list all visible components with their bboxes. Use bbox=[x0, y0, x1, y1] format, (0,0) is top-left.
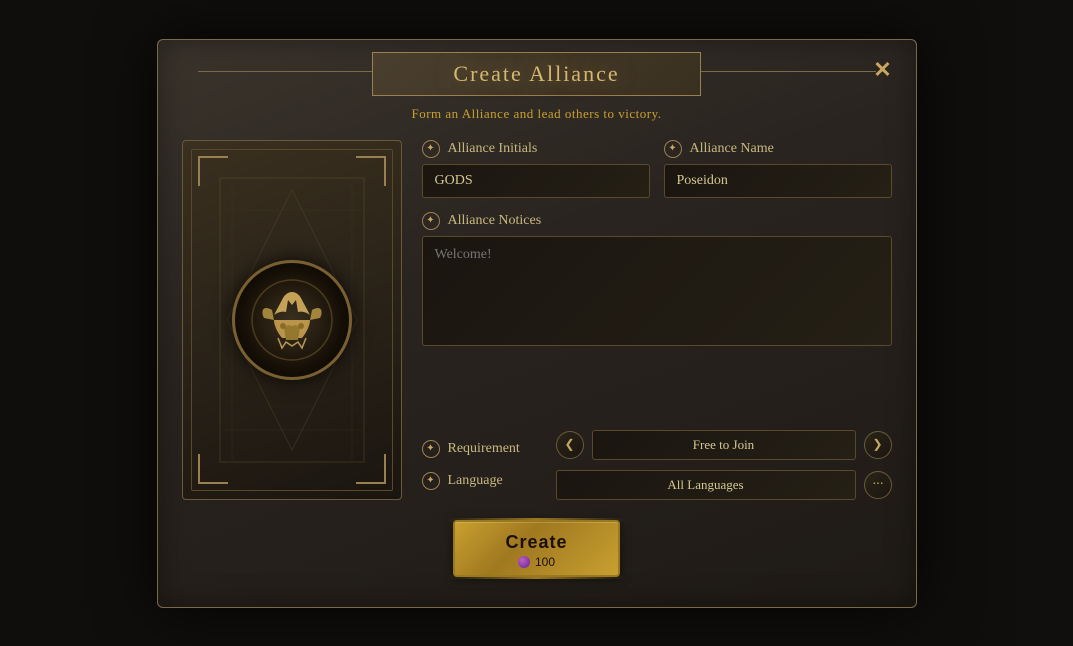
alliance-notices-label: ✦ Alliance Notices bbox=[422, 212, 892, 230]
language-options-button[interactable]: ··· bbox=[864, 471, 892, 499]
language-label-text: Language bbox=[448, 473, 503, 489]
form-row-names: ✦ Alliance Initials ✦ Alliance Name bbox=[422, 140, 892, 198]
language-value: All Languages bbox=[556, 470, 856, 500]
req-icon-symbol: ✦ bbox=[426, 443, 434, 454]
alliance-notices-label-text: Alliance Notices bbox=[448, 213, 542, 229]
alliance-initials-label-text: Alliance Initials bbox=[448, 141, 538, 157]
req-lang-labels: ✦ Requirement ✦ Language bbox=[422, 440, 542, 490]
form-panel: ✦ Alliance Initials ✦ Alliance Name bbox=[422, 140, 892, 500]
gem-icon bbox=[518, 556, 530, 568]
requirement-prev-button[interactable]: ❮ bbox=[556, 431, 584, 459]
initials-icon-symbol: ✦ bbox=[426, 143, 434, 154]
requirement-selector-row: ❮ Free to Join ❯ bbox=[556, 430, 892, 460]
alliance-emblem bbox=[232, 260, 352, 380]
alliance-notices-icon: ✦ bbox=[422, 212, 440, 230]
cost-value: 100 bbox=[535, 555, 555, 569]
form-group-notices: ✦ Alliance Notices bbox=[422, 212, 892, 416]
form-group-name: ✦ Alliance Name bbox=[664, 140, 892, 198]
create-button-label: Create bbox=[505, 532, 567, 553]
alliance-initials-label: ✦ Alliance Initials bbox=[422, 140, 650, 158]
requirement-icon: ✦ bbox=[422, 440, 440, 458]
arrow-left-icon: ❮ bbox=[564, 437, 574, 452]
modal-title-area: Create Alliance bbox=[158, 40, 916, 102]
name-icon-symbol: ✦ bbox=[668, 143, 676, 154]
alliance-notices-textarea[interactable] bbox=[422, 236, 892, 346]
create-button-wrapper: Create 100 bbox=[158, 520, 916, 577]
req-lang-selectors: ❮ Free to Join ❯ All Languages ··· bbox=[556, 430, 892, 500]
arrow-right-icon: ❯ bbox=[872, 437, 882, 452]
create-button[interactable]: Create 100 bbox=[453, 520, 619, 577]
requirement-label-text: Requirement bbox=[448, 441, 520, 457]
requirement-label: ✦ Requirement bbox=[422, 440, 542, 458]
alliance-initials-icon: ✦ bbox=[422, 140, 440, 158]
alliance-card-inner bbox=[202, 160, 382, 480]
lang-icon-symbol: ✦ bbox=[426, 475, 434, 486]
language-icon: ✦ bbox=[422, 472, 440, 490]
create-button-cost: 100 bbox=[518, 555, 555, 569]
alliance-name-label: ✦ Alliance Name bbox=[664, 140, 892, 158]
dots-icon: ··· bbox=[872, 477, 883, 493]
alliance-card bbox=[182, 140, 402, 500]
modal-subtitle: Form an Alliance and lead others to vict… bbox=[158, 102, 916, 140]
form-group-initials: ✦ Alliance Initials bbox=[422, 140, 650, 198]
language-selector-row: All Languages ··· bbox=[556, 470, 892, 500]
modal-content: ✦ Alliance Initials ✦ Alliance Name bbox=[158, 140, 916, 500]
req-lang-row: ✦ Requirement ✦ Language bbox=[422, 430, 892, 500]
modal-overlay: ✕ Create Alliance Form an Alliance and l… bbox=[0, 0, 1073, 646]
alliance-name-input[interactable] bbox=[664, 164, 892, 198]
modal-title: Create Alliance bbox=[433, 61, 639, 86]
alliance-name-label-text: Alliance Name bbox=[690, 141, 774, 157]
language-label: ✦ Language bbox=[422, 472, 542, 490]
notices-icon-symbol: ✦ bbox=[426, 215, 434, 226]
requirement-next-button[interactable]: ❯ bbox=[864, 431, 892, 459]
emblem-svg bbox=[247, 275, 337, 365]
alliance-name-icon: ✦ bbox=[664, 140, 682, 158]
close-button[interactable]: ✕ bbox=[865, 52, 901, 88]
requirement-value: Free to Join bbox=[592, 430, 856, 460]
create-alliance-modal: ✕ Create Alliance Form an Alliance and l… bbox=[157, 39, 917, 608]
title-inner-frame: Create Alliance bbox=[372, 52, 700, 96]
alliance-initials-input[interactable] bbox=[422, 164, 650, 198]
